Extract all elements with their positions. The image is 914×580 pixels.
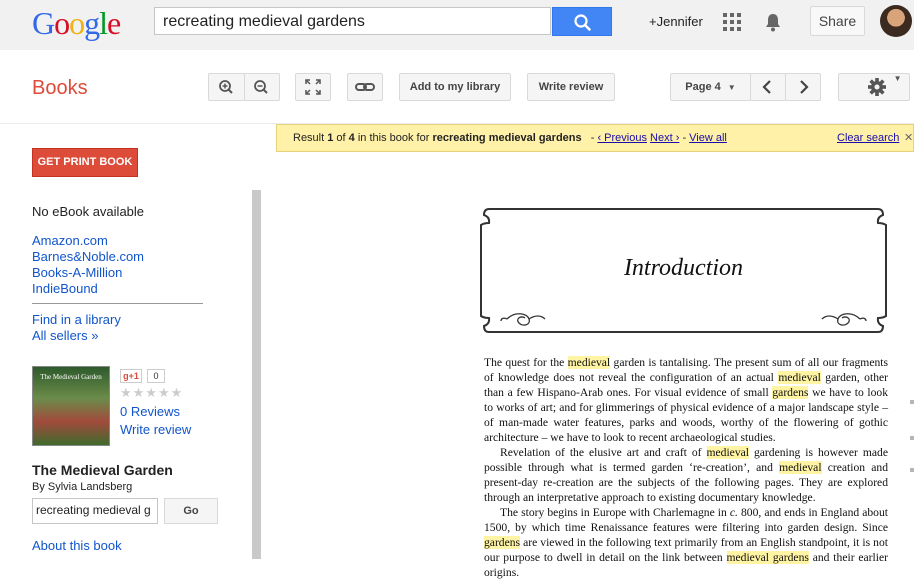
- chevron-left-icon: [762, 80, 771, 94]
- page-paragraph: The story begins in Europe with Charlema…: [484, 505, 888, 580]
- logo-letter: e: [107, 5, 121, 41]
- notifications-bell-icon[interactable]: [763, 12, 783, 32]
- page-paragraph: Revelation of the elusive art and craft …: [484, 445, 888, 505]
- write-review-link[interactable]: Write review: [120, 422, 191, 437]
- result-prefix: Result: [293, 132, 328, 144]
- page-paragraph: The quest for the medieval garden is tan…: [484, 355, 888, 445]
- seller-link[interactable]: IndieBound: [32, 281, 144, 297]
- logo-letter: g: [84, 5, 100, 41]
- next-result-link[interactable]: Next ›: [650, 132, 679, 144]
- google-logo[interactable]: Google: [32, 5, 121, 42]
- page-selector-label: Page 4: [685, 81, 721, 93]
- zoom-in-button[interactable]: [208, 73, 245, 101]
- highlighted-term: medieval gardens: [726, 551, 809, 564]
- text-run: c.: [729, 506, 738, 519]
- book-page-text: The quest for the medieval garden is tan…: [484, 355, 888, 580]
- previous-result-link[interactable]: ‹ Previous: [597, 132, 647, 144]
- sidebar-scrollbar[interactable]: [252, 190, 261, 559]
- book-title: The Medieval Garden: [32, 462, 173, 478]
- seller-link[interactable]: Barnes&Noble.com: [32, 249, 144, 265]
- fullscreen-icon: [305, 79, 321, 95]
- get-print-book-button[interactable]: GET PRINT BOOK: [32, 148, 138, 177]
- book-cover-image[interactable]: The Medieval Garden: [32, 366, 110, 446]
- highlighted-term: gardens: [484, 536, 521, 549]
- zoom-in-icon: [219, 80, 233, 94]
- page-scroll-marker: [910, 400, 914, 404]
- search-input[interactable]: recreating medieval gardens: [154, 7, 551, 35]
- apps-grid-icon[interactable]: [723, 13, 741, 31]
- logo-letter: o: [54, 5, 70, 41]
- seller-list: Amazon.com Barnes&Noble.com Books-A-Millio…: [32, 233, 144, 297]
- highlighted-term: medieval: [706, 446, 749, 459]
- link-button[interactable]: [347, 73, 383, 101]
- chevron-down-icon: ▼: [893, 74, 902, 83]
- zoom-out-button[interactable]: [244, 73, 280, 101]
- sidebar-divider: [32, 303, 203, 304]
- about-this-book-link[interactable]: About this book: [32, 538, 122, 553]
- search-icon: [574, 14, 591, 31]
- logo-letter: l: [99, 5, 108, 41]
- flourish-right-icon: [821, 313, 867, 326]
- reviews-link[interactable]: 0 Reviews: [120, 404, 180, 419]
- gplus-count: 0: [147, 369, 165, 383]
- chevron-down-icon: ▼: [727, 83, 736, 92]
- previous-page-button[interactable]: [750, 73, 786, 101]
- user-link[interactable]: +Jennifer: [649, 14, 703, 29]
- go-button[interactable]: Go: [164, 498, 218, 524]
- zoom-out-icon: [254, 80, 268, 94]
- books-title[interactable]: Books: [32, 77, 88, 100]
- add-to-library-button[interactable]: Add to my library: [399, 73, 511, 101]
- seller-link[interactable]: Amazon.com: [32, 233, 144, 249]
- page-selector[interactable]: Page 4 ▼: [670, 73, 751, 101]
- logo-letter: o: [69, 5, 85, 41]
- book-author: By Sylvia Landsberg: [32, 481, 133, 493]
- result-mid: in this book for: [354, 132, 433, 144]
- highlighted-term: medieval: [567, 356, 611, 369]
- text-run: The story begins in Europe with Charlema…: [500, 506, 730, 519]
- search-in-book-input[interactable]: recreating medieval g: [32, 498, 158, 524]
- gear-icon: [867, 78, 886, 96]
- flourish-left-icon: [500, 313, 546, 326]
- avatar[interactable]: [880, 5, 912, 37]
- share-button[interactable]: Share: [810, 6, 865, 36]
- page-scroll-marker: [910, 468, 914, 472]
- next-page-button[interactable]: [785, 73, 821, 101]
- page-scroll-marker: [910, 436, 914, 440]
- result-query: recreating medieval gardens: [432, 132, 582, 144]
- cover-title: The Medieval Garden: [40, 373, 102, 381]
- text-run: Revelation of the elusive art and craft …: [500, 446, 707, 459]
- all-sellers-link[interactable]: All sellers »: [32, 328, 98, 343]
- search-result-bar: Result 1 of 4 in this book for recreatin…: [276, 124, 914, 152]
- settings-button[interactable]: ▼: [838, 73, 910, 101]
- link-icon: [355, 83, 375, 91]
- no-ebook-text: No eBook available: [32, 204, 145, 219]
- find-in-library-link[interactable]: Find in a library: [32, 312, 121, 327]
- seller-link[interactable]: Books-A-Million: [32, 265, 144, 281]
- fullscreen-button[interactable]: [295, 73, 331, 101]
- view-all-link[interactable]: View all: [689, 132, 727, 144]
- write-review-button[interactable]: Write review: [527, 73, 615, 101]
- clear-search-link[interactable]: Clear search: [837, 125, 899, 151]
- highlighted-term: medieval: [778, 371, 821, 384]
- chevron-right-icon: [800, 80, 809, 94]
- result-of: of: [333, 132, 349, 144]
- text-run: The quest for the: [484, 356, 568, 369]
- chapter-heading: Introduction: [623, 255, 744, 281]
- gplus-button[interactable]: g+1: [120, 369, 142, 383]
- search-button[interactable]: [552, 7, 612, 36]
- highlighted-term: medieval: [779, 461, 822, 474]
- rating-stars: ★★★★★: [120, 385, 184, 400]
- logo-letter: G: [32, 5, 55, 41]
- highlighted-term: gardens: [772, 386, 809, 399]
- close-icon[interactable]: ✕: [904, 125, 913, 151]
